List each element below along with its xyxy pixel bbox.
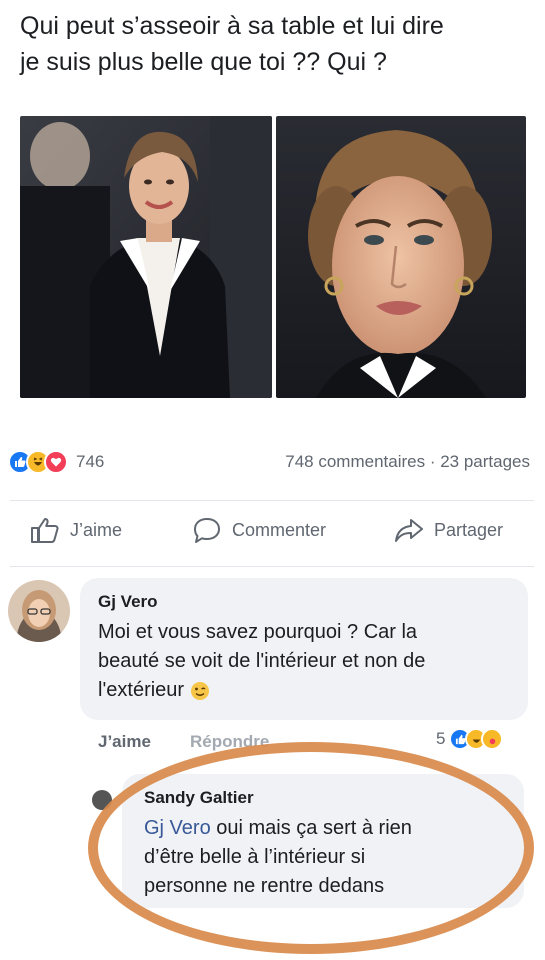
comment-reaction-summary[interactable]: 5 <box>436 728 504 750</box>
wink-emoji-icon <box>190 681 210 701</box>
love-icon <box>44 450 68 474</box>
divider-bottom <box>10 566 534 567</box>
share-button[interactable]: Partager <box>394 516 503 544</box>
comment-care-icon <box>481 728 504 750</box>
stats-separator: · <box>425 452 441 471</box>
post-action-bar: J’aime Commenter Partager <box>0 516 545 552</box>
comment-bubble-icon <box>194 518 220 543</box>
comment-text-line-1: Moi et vous savez pourquoi ? Car la <box>98 621 418 643</box>
comment-like-link[interactable]: J’aime <box>98 732 151 752</box>
share-arrow-icon <box>395 519 423 542</box>
shares-count[interactable]: 23 partages <box>440 452 530 471</box>
comment-author[interactable]: Gj Vero <box>98 592 158 612</box>
highlight-circle-annotation <box>88 742 534 954</box>
comment-text-line-3: l'extérieur <box>98 679 185 701</box>
reaction-summary[interactable]: 746 <box>8 450 104 474</box>
divider-top <box>10 500 534 501</box>
comment-reaction-count: 5 <box>436 729 446 748</box>
comment-button[interactable]: Commenter <box>192 516 326 544</box>
post-text-line-2: je suis plus belle que toi ?? Qui ? <box>20 48 387 76</box>
comment-text-line-3-row: l'extérieur <box>98 676 518 705</box>
comments-shares-summary: 748 commentaires · 23 partages <box>285 452 530 472</box>
like-button-label: J’aime <box>70 519 123 540</box>
post-photo-right[interactable] <box>276 116 526 398</box>
comment-button-label: Commenter <box>232 519 327 540</box>
comments-count[interactable]: 748 commentaires <box>285 452 425 471</box>
reaction-count: 746 <box>76 452 105 471</box>
avatar-gj-vero[interactable] <box>8 580 70 642</box>
comment-bubble-gj-vero: Gj Vero Moi et vous savez pourquoi ? Car… <box>80 578 528 720</box>
post-text: Qui peut s’asseoir à sa table et lui dir… <box>20 8 530 80</box>
comment-text: Moi et vous savez pourquoi ? Car la beau… <box>98 618 518 705</box>
comment-text-line-2: beauté se voit de l'intérieur et non de <box>98 650 426 672</box>
thumbs-up-icon <box>31 518 59 543</box>
post-photo-left[interactable] <box>20 116 272 398</box>
post-stats: 746 748 commentaires · 23 partages <box>8 450 538 480</box>
share-button-label: Partager <box>434 519 504 540</box>
like-button[interactable]: J’aime <box>30 516 122 544</box>
post-text-line-1: Qui peut s’asseoir à sa table et lui dir… <box>20 12 444 40</box>
